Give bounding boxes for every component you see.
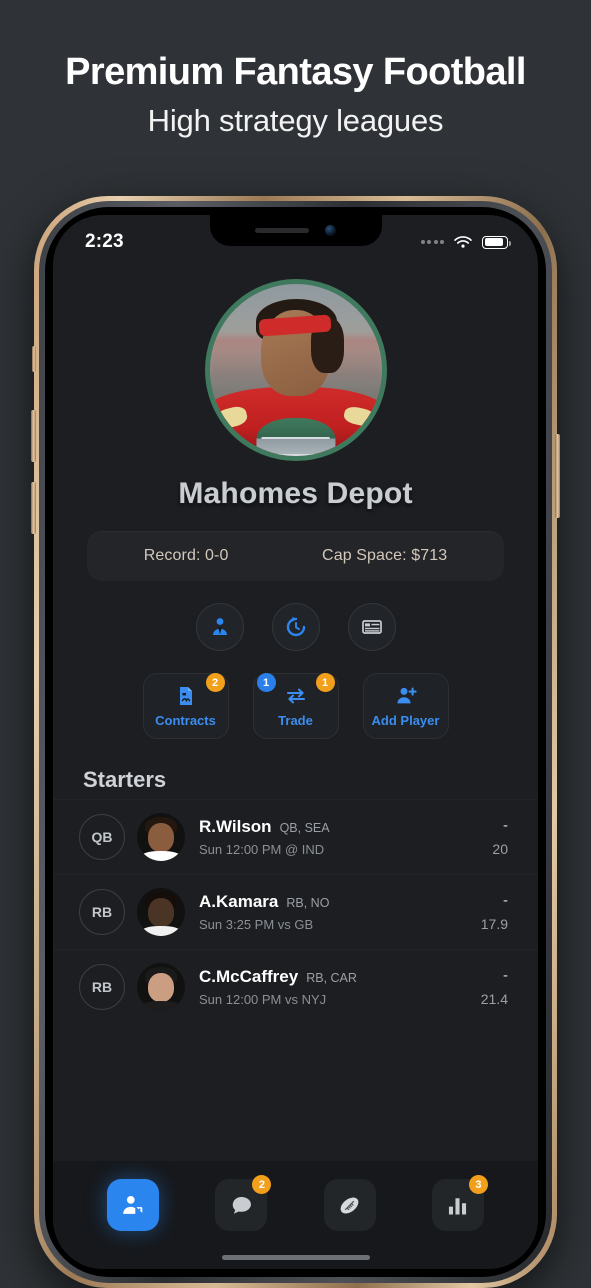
battery-icon bbox=[482, 235, 511, 249]
add-player-label: Add Player bbox=[371, 713, 440, 728]
tab-messages[interactable]: 2 bbox=[215, 1175, 272, 1231]
player-name: A.Kamara bbox=[199, 892, 279, 911]
roster-button[interactable] bbox=[195, 603, 244, 651]
player-name: C.McCaffrey bbox=[199, 967, 299, 986]
player-row[interactable]: RB A.Kamara RB, NO Sun 3:25 PM vs GB - 1… bbox=[53, 874, 538, 949]
player-game-info: Sun 12:00 PM vs NYJ bbox=[199, 992, 327, 1007]
player-photo bbox=[137, 888, 185, 936]
player-score: - bbox=[503, 891, 508, 909]
messages-badge: 2 bbox=[252, 1175, 272, 1194]
player-meta: RB, NO bbox=[286, 896, 330, 910]
player-game-info: Sun 12:00 PM @ IND bbox=[199, 842, 325, 857]
tab-team[interactable] bbox=[107, 1179, 160, 1231]
trade-card[interactable]: 1 1 Trade bbox=[252, 673, 339, 739]
player-row[interactable]: RB C.McCaffrey RB, CAR Sun 12:00 PM vs N… bbox=[53, 949, 538, 1024]
contracts-card[interactable]: 2 Contracts bbox=[142, 673, 229, 739]
history-clock-icon bbox=[286, 616, 305, 637]
player-projection: 17.9 bbox=[480, 915, 508, 932]
position-badge: RB bbox=[79, 889, 125, 935]
status-time: 2:23 bbox=[85, 231, 124, 252]
position-badge: RB bbox=[79, 964, 125, 1010]
player-score-column: - 20 bbox=[492, 818, 508, 857]
action-card-row: 2 Contracts 1 1 Trade Add Player bbox=[53, 673, 538, 739]
trade-label: Trade bbox=[278, 713, 313, 728]
quick-action-row bbox=[53, 603, 538, 651]
person-tag-icon bbox=[122, 1195, 142, 1214]
player-info: R.Wilson QB, SEA Sun 12:00 PM @ IND bbox=[199, 817, 492, 857]
table-list-icon bbox=[361, 620, 382, 634]
tab-league[interactable] bbox=[323, 1179, 376, 1231]
player-score: - bbox=[503, 966, 508, 984]
volume-down-button[interactable] bbox=[31, 482, 36, 534]
trade-badge-right: 1 bbox=[315, 673, 335, 692]
cap-space-stat: Cap Space: $713 bbox=[322, 547, 448, 564]
player-projection: 20 bbox=[492, 840, 508, 857]
add-player-card[interactable]: Add Player bbox=[362, 673, 449, 739]
wifi-icon bbox=[454, 235, 472, 248]
position-badge: QB bbox=[79, 814, 125, 860]
trade-arrows-icon bbox=[286, 688, 305, 704]
standings-button[interactable] bbox=[347, 603, 396, 651]
player-game-info: Sun 3:25 PM vs GB bbox=[199, 917, 314, 932]
add-person-icon bbox=[396, 687, 417, 704]
player-row[interactable]: QB R.Wilson QB, SEA Sun 12:00 PM @ IND -… bbox=[53, 799, 538, 874]
promo-title: Premium Fantasy Football bbox=[65, 51, 526, 93]
home-indicator[interactable] bbox=[221, 1255, 370, 1260]
starters-heading: Starters bbox=[83, 767, 167, 792]
player-photo bbox=[137, 963, 185, 1011]
chat-bubble-icon bbox=[232, 1196, 251, 1214]
tab-stats[interactable]: 3 bbox=[431, 1175, 488, 1231]
avatar-container bbox=[53, 279, 538, 461]
player-projection: 21.4 bbox=[480, 990, 508, 1007]
player-name: R.Wilson bbox=[199, 817, 272, 836]
team-name: Mahomes Depot bbox=[178, 477, 413, 510]
phone-mockup: 2:23 Mahomes Depot Record: 0-0 Cap Space… bbox=[31, 196, 560, 1288]
phone-screen: 2:23 Mahomes Depot Record: 0-0 Cap Space… bbox=[53, 215, 538, 1269]
player-info: A.Kamara RB, NO Sun 3:25 PM vs GB bbox=[199, 892, 481, 932]
player-info: C.McCaffrey RB, CAR Sun 12:00 PM vs NYJ bbox=[199, 967, 481, 1007]
promo-subtitle: High strategy leagues bbox=[147, 103, 444, 139]
signal-dots-icon bbox=[420, 240, 444, 244]
bottom-tab-bar: 2 3 bbox=[53, 1161, 538, 1269]
status-indicators bbox=[420, 235, 511, 250]
promo-header: Premium Fantasy Football High strategy l… bbox=[0, 0, 591, 139]
person-tie-icon bbox=[212, 618, 227, 635]
front-camera-icon bbox=[325, 225, 336, 236]
football-icon bbox=[340, 1197, 359, 1213]
history-button[interactable] bbox=[271, 603, 320, 651]
player-meta: QB, SEA bbox=[279, 821, 330, 835]
player-meta: RB, CAR bbox=[306, 971, 357, 985]
contracts-label: Contracts bbox=[155, 713, 216, 728]
starters-list: QB R.Wilson QB, SEA Sun 12:00 PM @ IND -… bbox=[53, 799, 538, 1024]
player-score-column: - 17.9 bbox=[481, 893, 508, 932]
volume-up-button[interactable] bbox=[31, 410, 36, 462]
contracts-badge: 2 bbox=[205, 673, 225, 692]
app-content: Mahomes Depot Record: 0-0 Cap Space: $71… bbox=[53, 279, 538, 1024]
team-avatar[interactable] bbox=[204, 279, 387, 461]
device-notch bbox=[209, 215, 382, 246]
earpiece-speaker-icon bbox=[255, 228, 309, 233]
silent-switch[interactable] bbox=[32, 346, 36, 372]
contract-document-icon bbox=[179, 687, 192, 705]
player-score: - bbox=[503, 816, 508, 834]
trade-badge-left: 1 bbox=[256, 673, 276, 692]
team-stats-bar: Record: 0-0 Cap Space: $713 bbox=[87, 531, 504, 581]
bar-chart-icon bbox=[449, 1197, 467, 1214]
power-button[interactable] bbox=[555, 434, 560, 518]
stats-badge: 3 bbox=[468, 1175, 488, 1194]
player-photo bbox=[137, 813, 185, 861]
record-stat: Record: 0-0 bbox=[143, 547, 229, 564]
player-score-column: - 21.4 bbox=[481, 968, 508, 1007]
